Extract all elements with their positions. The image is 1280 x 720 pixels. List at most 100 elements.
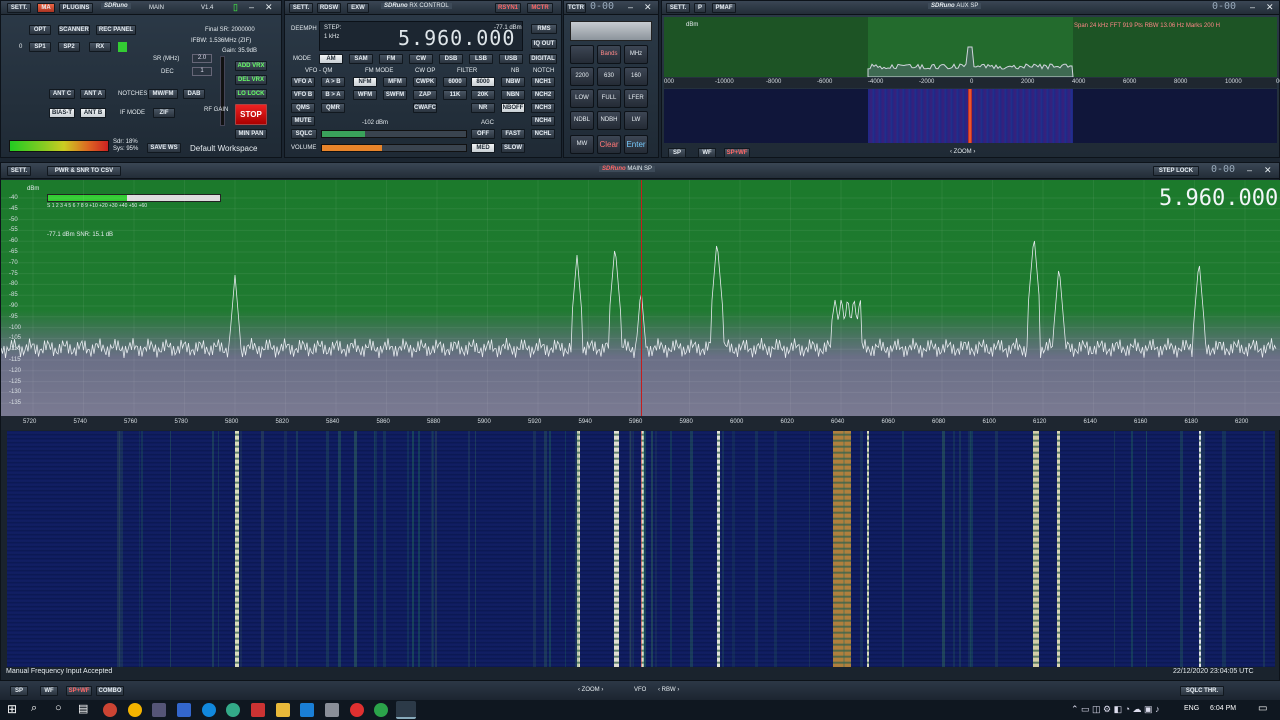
plugins-button[interactable]: PLUGINS xyxy=(59,3,93,13)
aux-zoom-label[interactable]: ‹ ZOOM › xyxy=(950,149,975,155)
exw-button[interactable]: EXW xyxy=(347,3,369,13)
mode-button-cw[interactable]: CW xyxy=(409,54,433,64)
keypad-key-mw[interactable]: MW xyxy=(570,135,594,154)
nchl-button[interactable]: NCHL xyxy=(531,129,555,139)
close-icon[interactable]: ✕ xyxy=(265,2,273,13)
pwr-snr-csv-button[interactable]: PWR & SNR TO CSV xyxy=(47,166,121,176)
rx-row2-swfm[interactable]: SWFM xyxy=(383,90,407,100)
rx-row2-vfob[interactable]: VFO B xyxy=(291,90,315,100)
sqlc-button[interactable]: SQLC xyxy=(291,129,317,139)
app-icon-6[interactable] xyxy=(226,703,240,717)
rx-row1-nbw[interactable]: NBW xyxy=(501,77,525,87)
app-icon-1[interactable] xyxy=(103,703,117,717)
keypad-key-ndbh[interactable]: NDBH xyxy=(597,111,621,130)
aux-sp-button[interactable]: SP xyxy=(668,148,686,158)
tctr-button[interactable]: TCTR xyxy=(566,3,586,13)
agc-fast-button[interactable]: FAST xyxy=(501,129,525,139)
sqlc-slider[interactable] xyxy=(321,130,467,138)
main-settings-button[interactable]: SETT. xyxy=(7,3,31,13)
agc-slow-button[interactable]: SLOW xyxy=(501,143,525,153)
rx-row3-cwafc[interactable]: CWAFC xyxy=(413,103,437,113)
del-vrx-button[interactable]: DEL VRX xyxy=(235,75,267,85)
opt-button[interactable]: OPT xyxy=(29,25,51,35)
bottom-rbw-control[interactable]: ‹ RBW › xyxy=(658,687,679,693)
rx-row1-nch1[interactable]: NCH1 xyxy=(531,77,555,87)
keypad-close-icon[interactable]: ✕ xyxy=(644,2,652,13)
aux-spwf-button[interactable]: SP+WF xyxy=(724,148,750,158)
rsyn-button[interactable]: RSYN1 xyxy=(495,3,521,13)
tray-icons[interactable]: ⌃ ▭ ◫ ⚙ ◧ ◔ ☁ ▣ ♪ xyxy=(1071,704,1160,715)
mode-button-lsb[interactable]: LSB xyxy=(469,54,493,64)
keypad-key-low[interactable]: LOW xyxy=(570,89,594,108)
mode-button-dsb[interactable]: DSB xyxy=(439,54,463,64)
rx-row1-6000[interactable]: 6000 xyxy=(443,77,467,87)
pmaf-button[interactable]: PMAF xyxy=(712,3,736,13)
sdruno-taskbar-icon[interactable] xyxy=(396,701,416,719)
rx-button[interactable]: RX xyxy=(89,42,111,52)
keypad-key-lfer[interactable]: LFER xyxy=(624,89,648,108)
clock[interactable]: 6:04 PM xyxy=(1210,705,1236,712)
mode-button-fm[interactable]: FM xyxy=(379,54,403,64)
bottom-sp-button[interactable]: SP xyxy=(10,686,28,696)
app-icon-4[interactable] xyxy=(177,703,191,717)
app-icon-10[interactable] xyxy=(325,703,339,717)
file-explorer-icon[interactable] xyxy=(276,703,290,717)
rx-row3-qmr[interactable]: QMR xyxy=(321,103,345,113)
task-view-icon[interactable]: ▤ xyxy=(78,702,88,715)
app-icon-7[interactable] xyxy=(251,703,265,717)
mute-button[interactable]: MUTE xyxy=(291,116,315,126)
mode-button-am[interactable]: AM xyxy=(319,54,343,64)
ant-b-button[interactable]: ANT B xyxy=(80,108,106,118)
sp-settings-button[interactable]: SETT. xyxy=(7,166,31,176)
bottom-wf-button[interactable]: WF xyxy=(40,686,58,696)
chrome-icon[interactable] xyxy=(128,703,142,717)
mode-button-usb[interactable]: USB xyxy=(499,54,523,64)
aux-spectrum[interactable]: dBm Span 24 kHz FFT 919 Pts RBW 13.06 Hz… xyxy=(664,17,1277,77)
app-icon-5[interactable] xyxy=(202,703,216,717)
bias-t-button[interactable]: BIAS-T xyxy=(49,108,75,118)
app-icon-9[interactable] xyxy=(300,703,314,717)
lo-lock-button[interactable]: LO LOCK xyxy=(235,89,267,99)
pin-icon[interactable]: ▯ xyxy=(233,2,238,13)
min-pan-button[interactable]: MIN PAN xyxy=(235,129,267,139)
sr-select[interactable]: 2.0 xyxy=(192,54,212,63)
bottom-zoom-control[interactable]: ‹ ZOOM › xyxy=(578,687,603,693)
rdsw-button[interactable]: RDSW xyxy=(317,3,341,13)
aux-close-icon[interactable]: ✕ xyxy=(1266,2,1274,13)
keypad-enter-button[interactable]: Enter xyxy=(624,135,648,154)
keypad-key-mhz[interactable]: MHz xyxy=(624,45,648,64)
rf-gain-slider[interactable] xyxy=(220,56,225,126)
sp-minimize-icon[interactable]: – xyxy=(1247,165,1252,175)
volume-slider[interactable] xyxy=(321,144,467,152)
keypad-key-lw[interactable]: LW xyxy=(624,111,648,130)
rx-row1-ab[interactable]: A > B xyxy=(321,77,345,87)
keypad-key-ndbl[interactable]: NDBL xyxy=(570,111,594,130)
rx-row2-ba[interactable]: B > A xyxy=(321,90,345,100)
language-indicator[interactable]: ENG xyxy=(1184,705,1199,712)
mode-button-digital[interactable]: DIGITAL xyxy=(529,54,557,64)
zif-button[interactable]: ZIF xyxy=(153,108,175,118)
step-lock-button[interactable]: STEP LOCK xyxy=(1153,166,1199,176)
app-icon-11[interactable] xyxy=(350,703,364,717)
keypad-clear-button[interactable]: Clear xyxy=(597,135,621,154)
save-ws-button[interactable]: SAVE WS xyxy=(147,143,181,153)
rx-settings-button[interactable]: SETT. xyxy=(289,3,313,13)
rx-row1-vfoa[interactable]: VFO A xyxy=(291,77,315,87)
dec-select[interactable]: 1 xyxy=(192,67,212,76)
rx-row1-8000[interactable]: 8000 xyxy=(471,77,495,87)
rx-row3-nch3[interactable]: NCH3 xyxy=(531,103,555,113)
mwfm-button[interactable]: MW/FM xyxy=(148,89,178,99)
sqlc-thr-button[interactable]: SQLC THR. xyxy=(1180,686,1224,696)
start-icon[interactable]: ⊞ xyxy=(7,702,17,716)
mode-button-sam[interactable]: SAM xyxy=(349,54,373,64)
rx-row2-nbn[interactable]: NBN xyxy=(501,90,525,100)
rx-row1-mfm[interactable]: MFM xyxy=(383,77,407,87)
rms-button[interactable]: RMS xyxy=(531,24,557,34)
ant-c-button[interactable]: ANT C xyxy=(49,89,75,99)
tuning-marker[interactable] xyxy=(641,180,642,416)
rx-row1-nfm[interactable]: NFM xyxy=(353,77,377,87)
keypad-key-2200[interactable]: 2200 xyxy=(570,67,594,86)
bottom-spwf-button[interactable]: SP+WF xyxy=(66,686,92,696)
dab-button[interactable]: DAB xyxy=(183,89,205,99)
cortana-icon[interactable]: ○ xyxy=(55,702,62,714)
